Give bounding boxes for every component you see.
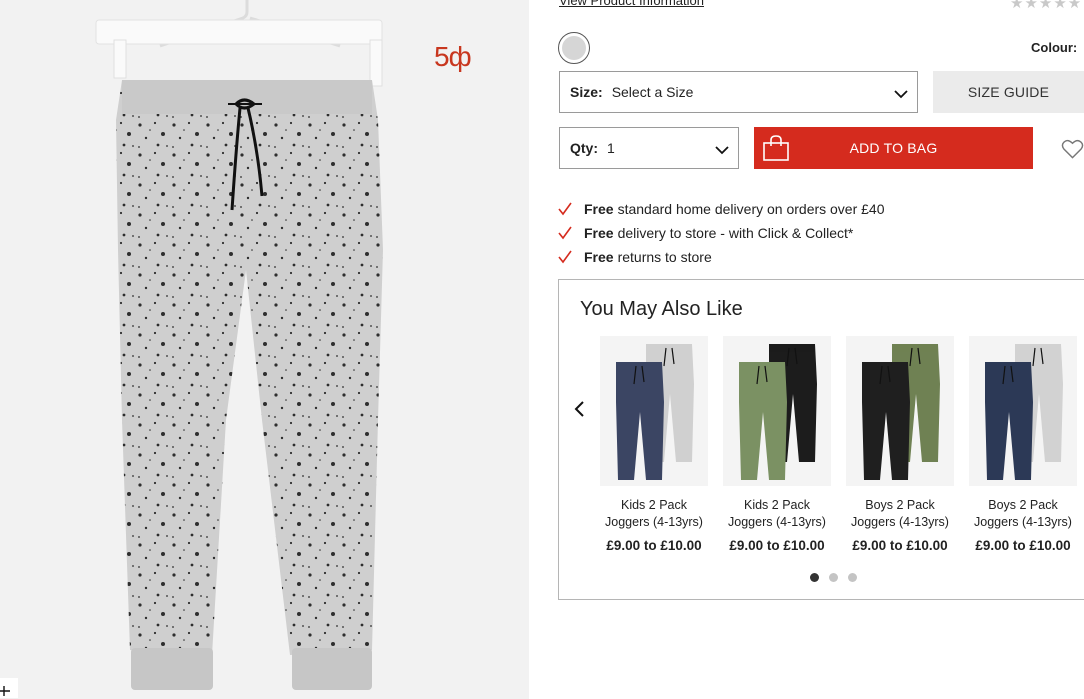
- product-price: £9.00 to £10.00: [729, 538, 825, 553]
- perk-text: returns to store: [617, 249, 712, 265]
- perk-item: Free returns to store: [558, 245, 885, 269]
- product-card[interactable]: Kids 2 Pack Joggers (4-13yrs) £9.00 to £1…: [723, 336, 831, 553]
- perk-text: standard home delivery on orders over £4…: [617, 201, 885, 217]
- product-card[interactable]: Boys 2 Pack Joggers (4-13yrs) £9.00 to £1…: [846, 336, 954, 553]
- carousel-pagination: [810, 573, 857, 582]
- carousel-dot[interactable]: [829, 573, 838, 582]
- colour-swatch[interactable]: [558, 32, 590, 64]
- perk-bold: Free: [584, 225, 614, 241]
- view-product-information-link[interactable]: View Product Information: [559, 0, 704, 8]
- chevron-down-icon: [894, 90, 908, 99]
- perk-item: Free delivery to store - with Click & Co…: [558, 221, 885, 245]
- product-name[interactable]: Boys 2 Pack Joggers (4-13yrs): [846, 497, 954, 531]
- shopping-bag-icon: [763, 135, 789, 161]
- recommendations-title: You May Also Like: [580, 298, 743, 320]
- product-thumbnail[interactable]: [723, 336, 831, 486]
- recommendations-panel: You May Also Like Kids 2 Pack Joggers (4-…: [558, 279, 1084, 600]
- joggers-thumbnail-image: [862, 344, 940, 480]
- rating-stars[interactable]: ★★★★★: [1010, 0, 1082, 12]
- joggers-thumbnail-image: [739, 344, 817, 480]
- product-thumbnail[interactable]: [600, 336, 708, 486]
- chevron-down-icon: [715, 146, 729, 155]
- joggers-thumbnail-image: [616, 344, 694, 480]
- chevron-left-icon[interactable]: [572, 399, 586, 419]
- product-image[interactable]: 5ф: [0, 0, 529, 699]
- perk-text: delivery to store - with Click & Collect…: [617, 225, 854, 241]
- product-name[interactable]: Kids 2 Pack Joggers (4-13yrs): [600, 497, 708, 531]
- product-price: £9.00 to £10.00: [606, 538, 702, 553]
- colour-label: Colour:: [1031, 40, 1078, 55]
- qty-select[interactable]: Qty: 1: [559, 127, 739, 169]
- product-price: £9.00 to £10.00: [975, 538, 1071, 553]
- size-select[interactable]: Size: Select a Size: [559, 71, 918, 113]
- carousel-dot[interactable]: [848, 573, 857, 582]
- add-to-bag-label: ADD TO BAG: [849, 140, 938, 156]
- delivery-perks-list: Free standard home delivery on orders ov…: [558, 197, 885, 269]
- swatch-fill: [562, 36, 586, 60]
- product-name[interactable]: Kids 2 Pack Joggers (4-13yrs): [723, 497, 831, 531]
- product-card[interactable]: Kids 2 Pack Joggers (4-13yrs) £9.00 to £1…: [600, 336, 708, 553]
- carousel-dot[interactable]: [810, 573, 819, 582]
- expand-icon[interactable]: [0, 678, 18, 698]
- check-icon: [558, 250, 572, 264]
- product-thumbnail[interactable]: [969, 336, 1077, 486]
- product-thumbnail[interactable]: [846, 336, 954, 486]
- perk-item: Free standard home delivery on orders ov…: [558, 197, 885, 221]
- product-price: £9.00 to £10.00: [852, 538, 948, 553]
- heart-icon[interactable]: [1061, 138, 1084, 160]
- joggers-illustration: [95, 0, 383, 690]
- perk-bold: Free: [584, 201, 614, 217]
- qty-label: Qty:: [570, 140, 598, 156]
- qty-value: 1: [607, 140, 615, 156]
- size-value: Select a Size: [611, 84, 694, 100]
- size-guide-button[interactable]: SIZE GUIDE: [933, 71, 1084, 113]
- product-card[interactable]: Boys 2 Pack Joggers (4-13yrs) £9.00 to £1…: [969, 336, 1077, 553]
- size-badge: 5ф: [434, 41, 472, 72]
- perk-bold: Free: [584, 249, 614, 265]
- check-icon: [558, 226, 572, 240]
- product-name[interactable]: Boys 2 Pack Joggers (4-13yrs): [969, 497, 1077, 531]
- product-page: 5ф View Product Information ★★★★★ Colour…: [0, 0, 1084, 699]
- add-to-bag-button[interactable]: ADD TO BAG: [754, 127, 1033, 169]
- joggers-thumbnail-image: [985, 344, 1063, 480]
- size-label: Size:: [570, 84, 603, 100]
- check-icon: [558, 202, 572, 216]
